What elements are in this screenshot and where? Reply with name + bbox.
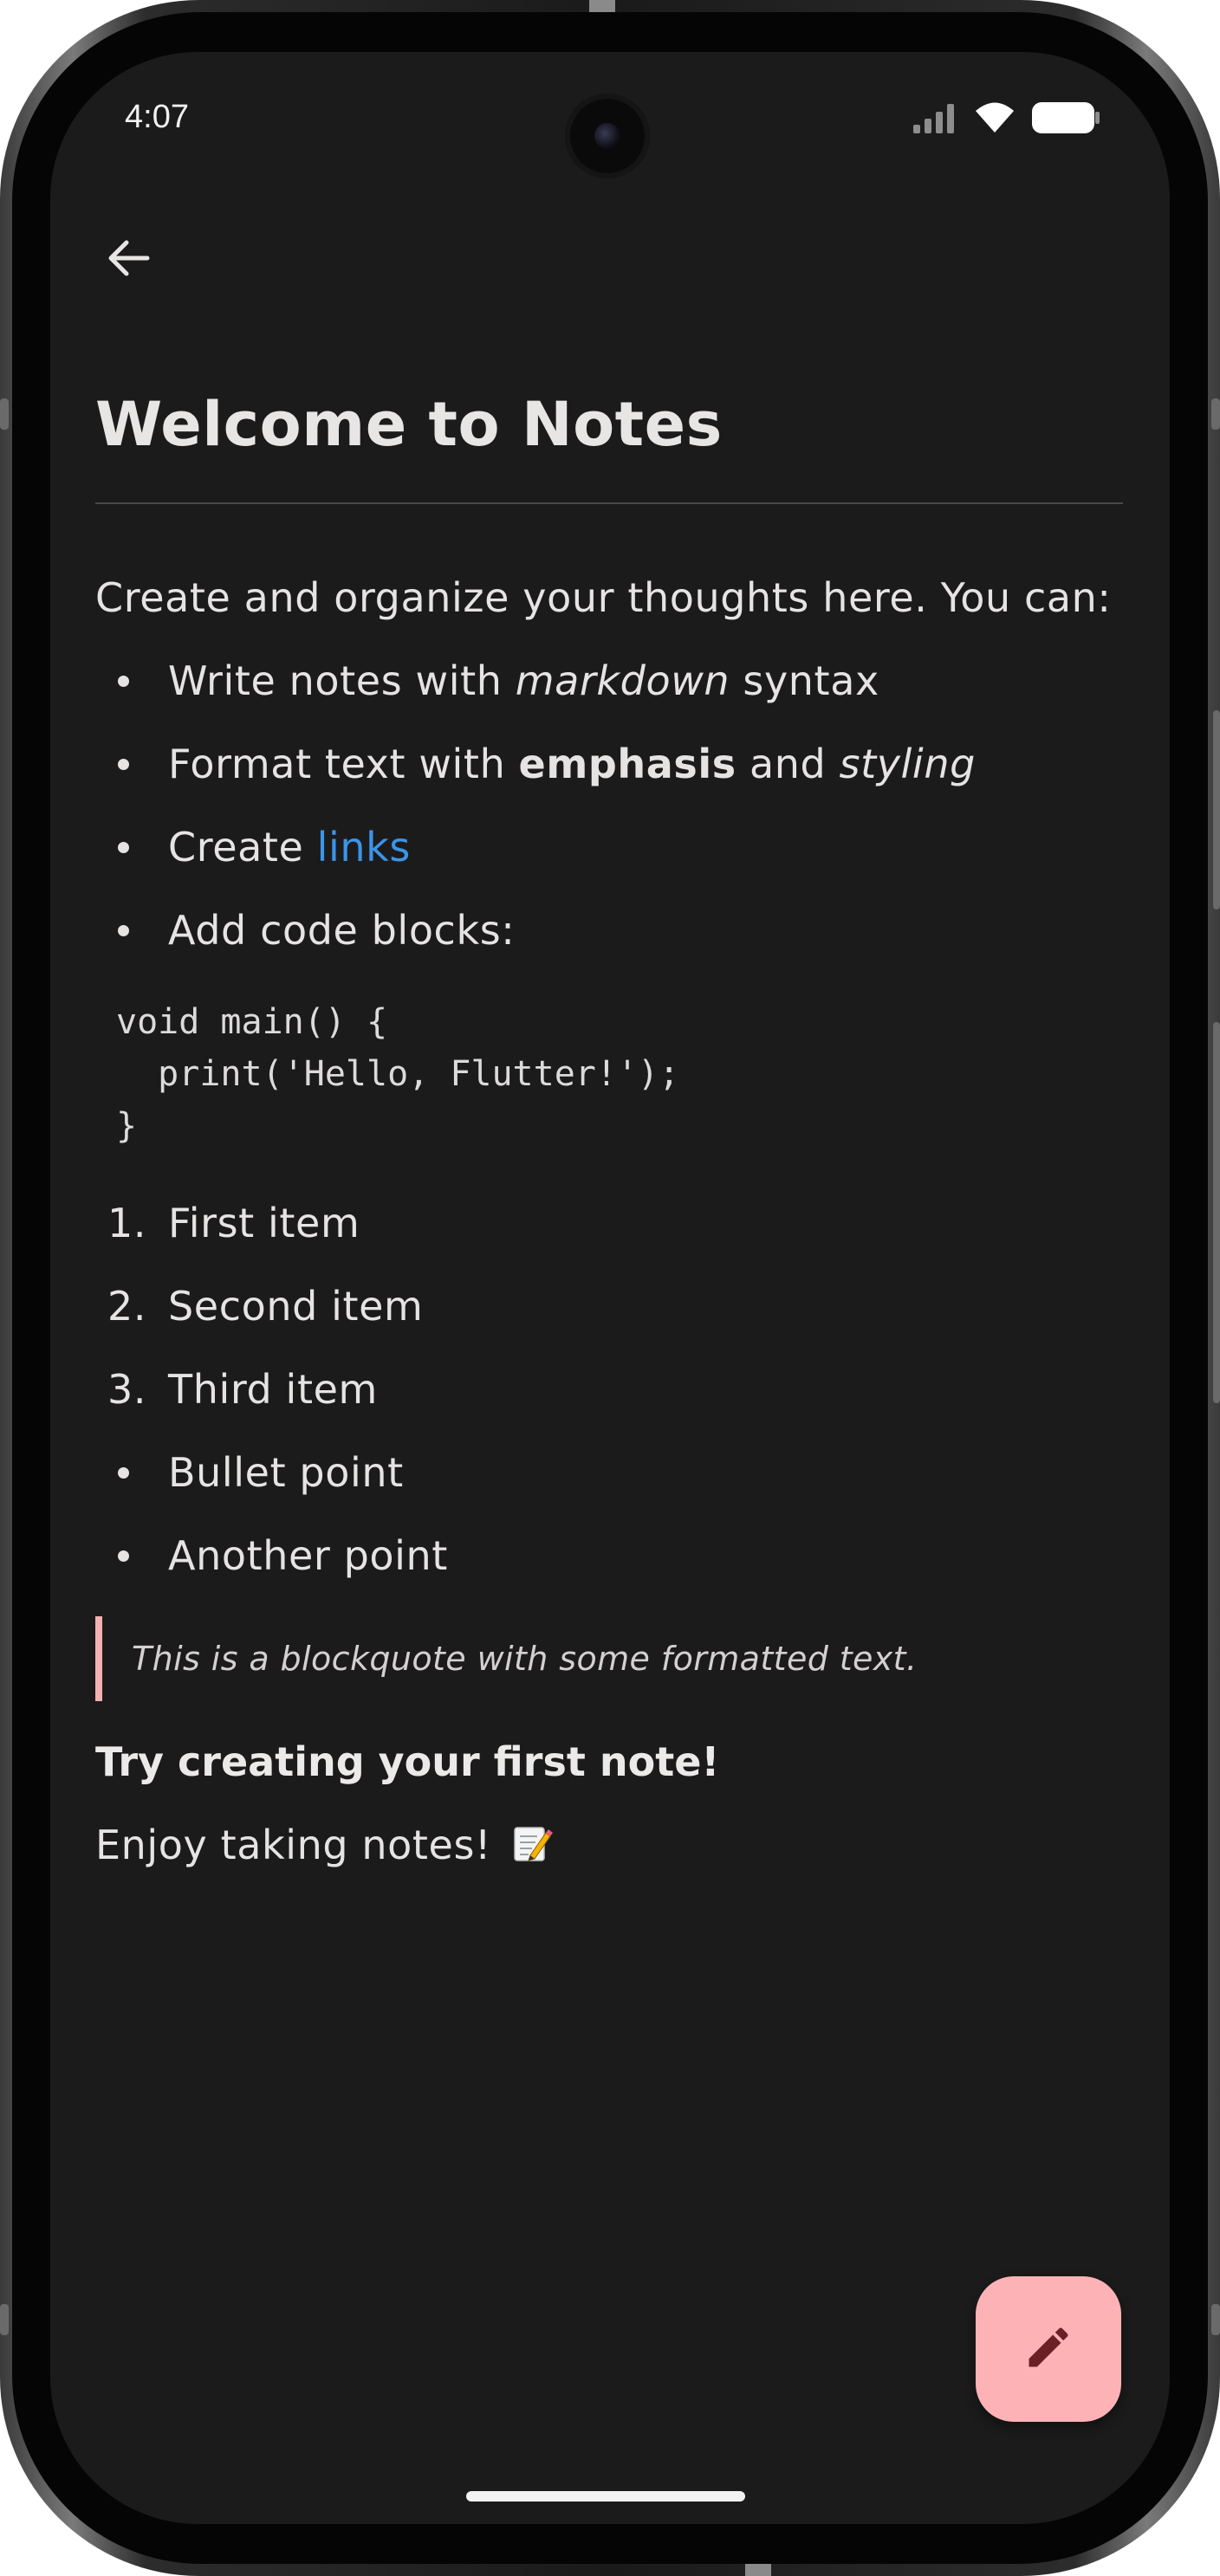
list-number: 3. [107, 1366, 147, 1413]
bullet-icon [118, 842, 129, 853]
list-item: Bullet point [95, 1431, 1123, 1514]
bullet-icon [118, 925, 129, 936]
signal-icon [913, 102, 958, 137]
list-number: 1. [107, 1200, 147, 1246]
call-to-action: Try creating your first note! [95, 1738, 720, 1785]
list-item: Add code blocks: [95, 889, 1123, 972]
title-divider [95, 502, 1123, 504]
ordered-list-item: 1. First item [95, 1181, 1123, 1265]
code-block: void main() { print('Hello, Flutter!'); … [116, 1002, 680, 1146]
blockquote: This is a blockquote with some formatted… [95, 1616, 1123, 1701]
list-item: Create links [95, 806, 1123, 889]
note-content: Welcome to Notes Create and organize you… [95, 381, 1123, 1887]
ordered-list-item: 2. Second item [95, 1265, 1123, 1348]
arrow-back-icon [104, 234, 152, 286]
feature-list: Write notes with markdown syntax Format … [95, 639, 1123, 972]
wifi-icon [974, 101, 1016, 138]
edit-note-button[interactable] [976, 2276, 1121, 2422]
home-indicator[interactable] [466, 2491, 745, 2502]
status-time: 4:07 [125, 99, 189, 135]
note-title: Welcome to Notes [95, 389, 723, 460]
list-item: Format text with emphasis and styling [95, 722, 1123, 806]
app-screen: 4:07 Welcome to Notes Create and organiz… [50, 52, 1170, 2524]
link[interactable]: links [317, 824, 411, 871]
status-icons [913, 102, 1100, 137]
ordered-list: 1. First item 2. Second item 3. Third it… [95, 1181, 1123, 1597]
bullet-icon [118, 759, 129, 770]
list-number: 2. [107, 1283, 147, 1330]
ordered-list-item: 3. Third item [95, 1348, 1123, 1431]
battery-icon [1031, 101, 1100, 138]
phone-frame: 4:07 Welcome to Notes Create and organiz… [0, 0, 1220, 2576]
bullet-icon [118, 676, 129, 687]
list-item: Another point [95, 1514, 1123, 1597]
edit-pencil-icon [1022, 2321, 1074, 2377]
back-button[interactable] [94, 225, 163, 294]
bullet-icon [118, 1550, 129, 1562]
front-camera [565, 94, 650, 178]
closing-line: Enjoy taking notes! [95, 1803, 1123, 1887]
intro-paragraph: Create and organize your thoughts here. … [95, 574, 1112, 621]
memo-icon [511, 1809, 554, 1861]
list-item: Write notes with markdown syntax [95, 639, 1123, 722]
bullet-icon [118, 1467, 129, 1479]
